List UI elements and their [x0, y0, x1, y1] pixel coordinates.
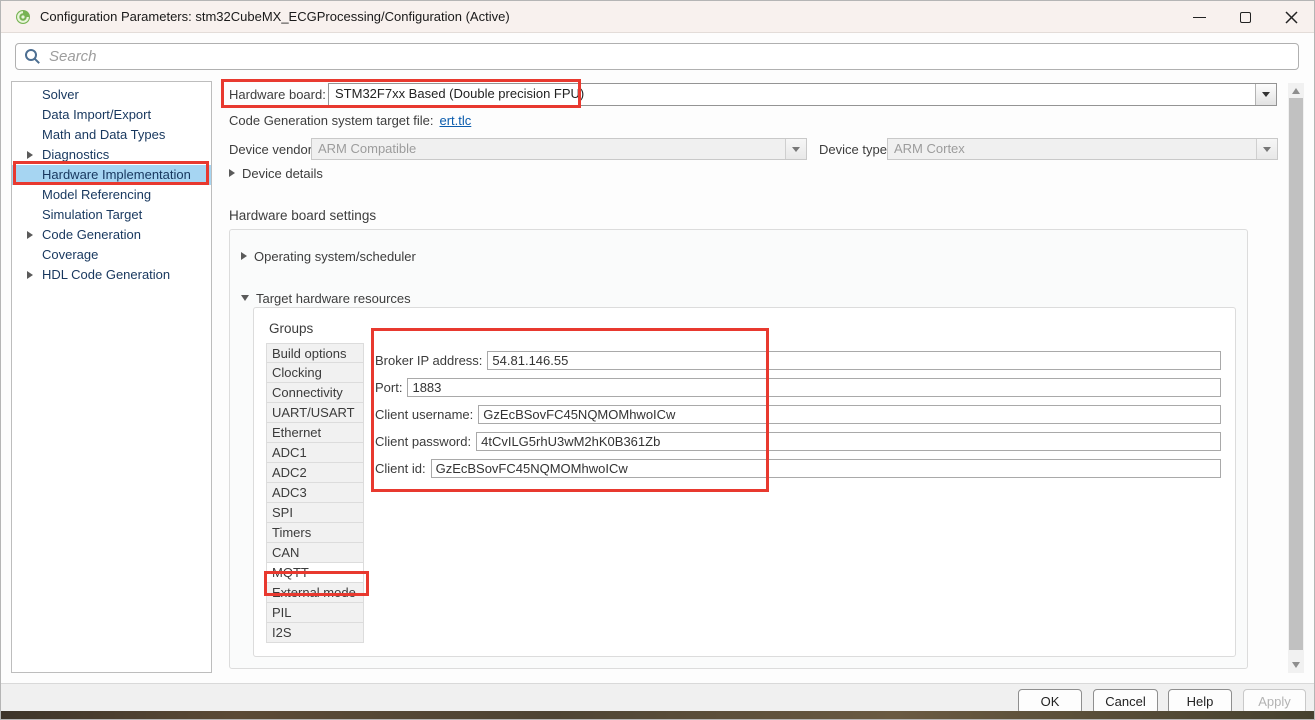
- client-password-label: Client password:: [375, 434, 476, 449]
- broker-ip-row: Broker IP address:: [375, 347, 1221, 374]
- chevron-down-icon: [1263, 147, 1271, 152]
- group-item-connectivity[interactable]: Connectivity: [266, 383, 364, 403]
- device-type-value: ARM Cortex: [888, 139, 1256, 159]
- client-username-label: Client username:: [375, 407, 478, 422]
- sidebar-item-coverage[interactable]: Coverage: [12, 245, 211, 265]
- sidebar-item-code-generation[interactable]: Code Generation: [12, 225, 211, 245]
- target-file-row: Code Generation system target file: ert.…: [229, 113, 471, 128]
- os-scheduler-expander[interactable]: Operating system/scheduler: [241, 246, 416, 266]
- device-type-dropdown: ARM Cortex: [887, 138, 1278, 160]
- dropdown-arrow-button: [1256, 139, 1277, 159]
- device-vendor-label: Device vendor:: [229, 142, 316, 157]
- group-item-can[interactable]: CAN: [266, 543, 364, 563]
- close-icon: [1285, 11, 1298, 24]
- desktop-background-strip: [1, 711, 1314, 719]
- dropdown-arrow-button[interactable]: [1255, 84, 1276, 105]
- expand-right-icon: [27, 231, 33, 239]
- simulink-config-icon: [15, 9, 31, 25]
- group-item-external-mode[interactable]: External mode: [266, 583, 364, 603]
- search-icon: [24, 48, 41, 65]
- window-controls: [1176, 1, 1314, 33]
- target-hardware-resources-expander[interactable]: Target hardware resources: [241, 288, 411, 308]
- expand-right-icon: [27, 271, 33, 279]
- maximize-button[interactable]: [1222, 1, 1268, 33]
- sidebar-item-data-import-export[interactable]: Data Import/Export: [12, 105, 211, 125]
- sidebar-item-hardware-implementation[interactable]: Hardware Implementation: [12, 165, 211, 185]
- group-item-uart-usart[interactable]: UART/USART: [266, 403, 364, 423]
- expand-down-icon: [241, 295, 249, 301]
- group-item-adc2[interactable]: ADC2: [266, 463, 364, 483]
- sidebar-item-model-referencing[interactable]: Model Referencing: [12, 185, 211, 205]
- device-details-expander[interactable]: Device details: [229, 163, 323, 183]
- title-bar: Configuration Parameters: stm32CubeMX_EC…: [1, 1, 1314, 33]
- client-id-row: Client id:: [375, 455, 1221, 482]
- expand-right-icon: [241, 252, 247, 260]
- groups-list: Build options Clocking Connectivity UART…: [266, 343, 364, 643]
- dropdown-arrow-button: [785, 139, 806, 159]
- group-item-timers[interactable]: Timers: [266, 523, 364, 543]
- configuration-parameters-dialog: Configuration Parameters: stm32CubeMX_EC…: [0, 0, 1315, 720]
- target-file-link[interactable]: ert.tlc: [440, 113, 472, 128]
- group-item-build-options[interactable]: Build options: [266, 343, 364, 363]
- broker-ip-input[interactable]: [487, 351, 1221, 370]
- client-password-row: Client password:: [375, 428, 1221, 455]
- close-button[interactable]: [1268, 1, 1314, 33]
- sidebar-item-solver[interactable]: Solver: [12, 85, 211, 105]
- port-label: Port:: [375, 380, 407, 395]
- mqtt-fields: Broker IP address: Port: Client username…: [375, 347, 1221, 482]
- minimize-button[interactable]: [1176, 1, 1222, 33]
- minimize-icon: [1193, 17, 1206, 18]
- group-item-spi[interactable]: SPI: [266, 503, 364, 523]
- hardware-board-label: Hardware board:: [229, 87, 326, 102]
- client-id-input[interactable]: [431, 459, 1221, 478]
- device-vendor-value: ARM Compatible: [312, 139, 785, 159]
- sidebar-item-diagnostics[interactable]: Diagnostics: [12, 145, 211, 165]
- group-item-i2s[interactable]: I2S: [266, 623, 364, 643]
- client-username-input[interactable]: [478, 405, 1221, 424]
- device-vendor-dropdown: ARM Compatible: [311, 138, 807, 160]
- chevron-down-icon: [1262, 92, 1270, 97]
- search-bar: [15, 43, 1299, 70]
- search-input[interactable]: [49, 48, 1290, 65]
- group-item-mqtt[interactable]: MQTT: [266, 563, 364, 583]
- hardware-board-settings-title: Hardware board settings: [229, 208, 376, 223]
- chevron-down-icon: [792, 147, 800, 152]
- hardware-board-dropdown[interactable]: STM32F7xx Based (Double precision FPU): [328, 83, 1277, 106]
- port-row: Port:: [375, 374, 1221, 401]
- group-item-pil[interactable]: PIL: [266, 603, 364, 623]
- port-input[interactable]: [407, 378, 1221, 397]
- group-item-adc1[interactable]: ADC1: [266, 443, 364, 463]
- client-id-label: Client id:: [375, 461, 431, 476]
- vertical-scrollbar[interactable]: [1288, 83, 1304, 673]
- group-item-clocking[interactable]: Clocking: [266, 363, 364, 383]
- expand-right-icon: [229, 169, 235, 177]
- target-file-label: Code Generation system target file:: [229, 113, 434, 128]
- scroll-up-icon[interactable]: [1292, 88, 1300, 94]
- client-username-row: Client username:: [375, 401, 1221, 428]
- maximize-icon: [1240, 12, 1251, 23]
- scroll-down-icon[interactable]: [1292, 662, 1300, 668]
- scrollbar-thumb[interactable]: [1289, 98, 1303, 650]
- groups-label: Groups: [269, 321, 313, 336]
- sidebar: Solver Data Import/Export Math and Data …: [11, 81, 212, 673]
- expand-right-icon: [27, 151, 33, 159]
- device-type-label: Device type:: [819, 142, 891, 157]
- hardware-board-value: STM32F7xx Based (Double precision FPU): [329, 84, 1255, 105]
- sidebar-item-math-and-data-types[interactable]: Math and Data Types: [12, 125, 211, 145]
- sidebar-item-hdl-code-generation[interactable]: HDL Code Generation: [12, 265, 211, 285]
- footer-bar: OK Cancel Help Apply: [1, 683, 1314, 713]
- sidebar-item-simulation-target[interactable]: Simulation Target: [12, 205, 211, 225]
- window-title: Configuration Parameters: stm32CubeMX_EC…: [40, 9, 510, 24]
- broker-ip-label: Broker IP address:: [375, 353, 487, 368]
- client-password-input[interactable]: [476, 432, 1221, 451]
- group-item-adc3[interactable]: ADC3: [266, 483, 364, 503]
- group-item-ethernet[interactable]: Ethernet: [266, 423, 364, 443]
